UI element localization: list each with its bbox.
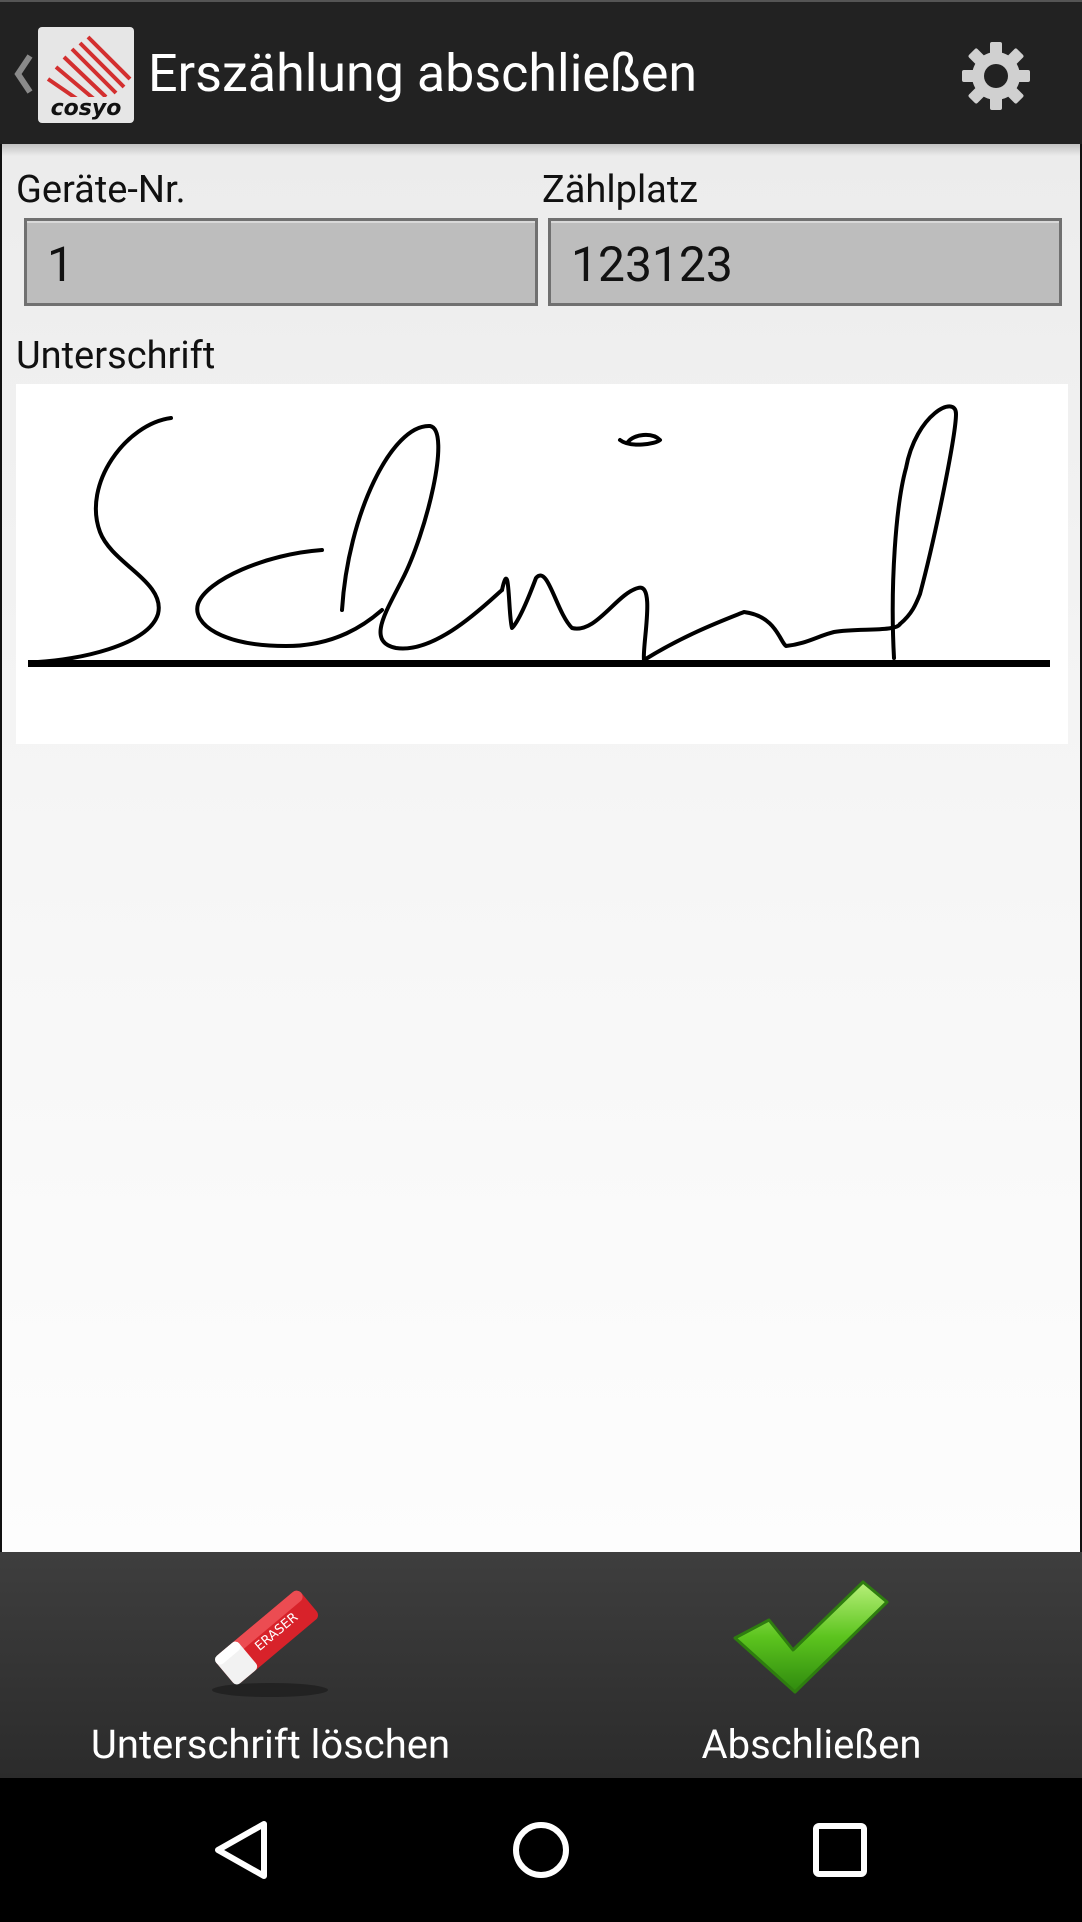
finish-label: Abschließen <box>701 1721 922 1768</box>
location-value: 123123 <box>571 236 733 293</box>
action-bar-shadow <box>2 144 1080 156</box>
checkmark-icon <box>733 1580 889 1694</box>
location-label: Zählplatz <box>542 168 699 212</box>
back-triangle-icon[interactable] <box>202 1810 282 1890</box>
location-field[interactable]: 123123 <box>548 218 1062 306</box>
action-bar: cosyo Erszählung abschließen <box>0 0 1082 144</box>
button-bar: ERASER Unterschrift löschen Abschließen <box>0 1552 1082 1778</box>
device-number-value: 1 <box>47 236 74 293</box>
signature-drawing <box>28 404 1050 667</box>
clear-signature-button[interactable]: ERASER Unterschrift löschen <box>0 1552 541 1778</box>
device-number-field[interactable]: 1 <box>24 218 538 306</box>
eraser-icon: ERASER <box>212 1590 328 1697</box>
signature-label: Unterschrift <box>16 334 216 378</box>
content-area: Geräte-Nr. 1 Zählplatz 123123 Unterschri… <box>0 144 1082 1552</box>
signature-pad[interactable] <box>16 384 1068 744</box>
home-circle-icon[interactable] <box>501 1810 581 1890</box>
svg-text:cosyo: cosyo <box>51 96 122 121</box>
clear-signature-label: Unterschrift löschen <box>90 1721 451 1768</box>
finish-button[interactable]: Abschließen <box>541 1552 1082 1778</box>
page-title: Erszählung abschließen <box>148 43 698 104</box>
system-nav-bar <box>0 1778 1082 1922</box>
app-logo[interactable]: cosyo <box>38 27 134 123</box>
recents-square-icon[interactable] <box>800 1810 880 1890</box>
gear-icon[interactable] <box>958 38 1034 114</box>
screen: cosyo Erszählung abschließen Geräte-Nr. <box>0 0 1082 1922</box>
chevron-left-icon[interactable] <box>10 52 38 96</box>
device-number-label: Geräte-Nr. <box>16 168 186 212</box>
